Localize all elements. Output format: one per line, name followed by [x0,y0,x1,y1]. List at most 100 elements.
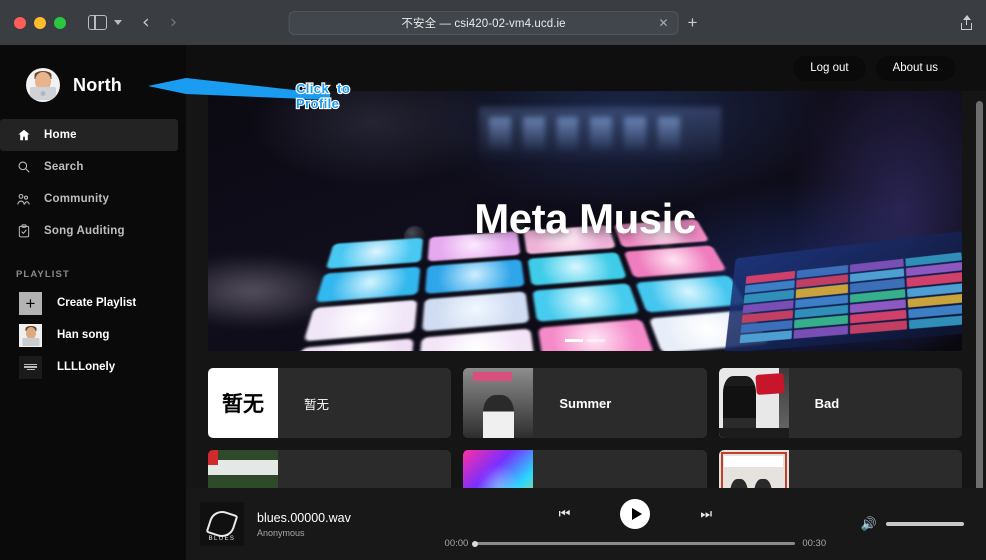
sidebar-item-label: Search [44,161,84,173]
community-icon [16,192,31,207]
playlist-section-header: PLAYLIST [16,269,70,280]
close-tab-button[interactable]: ✕ [658,17,668,29]
clipboard-check-icon [16,224,31,239]
song-title: 暂无 [304,397,330,412]
song-card[interactable]: Summer [463,368,707,438]
sidebar-create-playlist[interactable]: + Create Playlist [0,287,186,319]
page-viewport: North Home Search Community Song Auditin… [0,45,986,560]
llllonely-cover [19,355,42,379]
browser-window: ‹ › 不安全 — csi420-02-vm4.ucd.ie ✕ + North… [0,0,986,560]
cover-strip [718,428,789,438]
browser-titlebar: ‹ › 不安全 — csi420-02-vm4.ucd.ie ✕ + [0,0,986,45]
search-icon [16,160,31,175]
volume-slider[interactable] [886,522,964,526]
cover-text: 暂无 [222,393,264,416]
play-icon [631,508,642,520]
previous-track-button[interactable]: ⏮ [559,508,571,521]
next-track-button[interactable]: ⏭ [700,508,712,521]
cover-laptop [22,337,39,346]
forward-button[interactable]: › [170,13,178,32]
about-us-button[interactable]: About us [875,55,955,81]
content-scroll-area[interactable]: Meta Music 暂无 暂无 Summer Bad [186,91,986,488]
profile-link[interactable]: North [0,59,186,111]
cover-line [24,366,37,368]
minimize-window-button[interactable] [34,16,46,29]
app-sidebar: North Home Search Community Song Auditin… [0,45,186,560]
play-button[interactable] [620,499,651,529]
back-button[interactable]: ‹ [142,13,150,32]
carousel-dot[interactable] [587,339,605,342]
sidebar-item-search[interactable]: Search [0,151,186,183]
now-playing: BLUES blues.00000.wav Anonymous [186,502,438,546]
sidebar-item-community[interactable]: Community [0,183,186,215]
avatar[interactable] [26,68,60,102]
song-card[interactable]: Bad [718,368,962,438]
track-artist: Anonymous [257,527,305,538]
player-bar: BLUES blues.00000.wav Anonymous ⏮ ⏭ 00:0… [186,488,986,560]
total-time: 00:30 [802,538,827,549]
track-title: blues.00000.wav [257,510,351,525]
browser-tab[interactable]: 不安全 — csi420-02-vm4.ucd.ie ✕ [288,10,679,35]
username-label: North [73,74,122,95]
cover-logo [473,372,513,382]
new-tab-button[interactable]: + [688,14,698,31]
one-direction-2-cover [718,450,789,488]
zoom-window-button[interactable] [54,16,66,29]
tab-title: 不安全 — csi420-02-vm4.ucd.ie [401,17,566,30]
summer-cover [463,368,534,438]
bad-cover [718,368,789,438]
album-art-label: BLUES [208,536,236,542]
logout-button[interactable]: Log out [793,55,866,81]
sidebar-icon [88,15,107,30]
cover-figure [482,394,514,438]
one-direction-cover [208,450,278,488]
seek-row: 00:00 00:30 [438,538,832,549]
song-card[interactable]: 暂无 暂无 [208,368,452,438]
seek-handle[interactable] [472,540,479,547]
cover-band [208,459,278,476]
cover-title-bar [724,456,784,468]
han-song-cover [19,323,42,347]
tab-strip: 不安全 — csi420-02-vm4.ucd.ie ✕ + [288,10,698,35]
cover-line [26,368,35,371]
cover-figure [722,376,757,433]
song-title: Bad [814,395,840,411]
sidebar-item-song-auditing[interactable]: Song Auditing [0,215,186,247]
hero-banner[interactable]: Meta Music [208,91,962,351]
share-box-icon [961,23,972,30]
vertical-scrollbar[interactable] [976,101,983,488]
volume-control: 🔊 [832,517,986,532]
song-card[interactable] [463,450,707,488]
avatar-laptop [30,87,56,100]
share-button[interactable] [961,15,972,30]
sidebar-toggle-button[interactable] [88,15,122,30]
plus-icon: + [19,291,42,315]
album-art: BLUES [200,502,244,546]
transport-buttons: ⏮ ⏭ [559,499,712,529]
sidebar-item-label: Song Auditing [44,225,125,237]
carousel-indicators[interactable] [565,339,605,342]
playlist-item-label: Han song [57,329,110,341]
hero-title: Meta Music [474,195,696,242]
song-card[interactable] [718,450,962,488]
blank-cover: 暂无 [208,368,278,438]
sidebar-playlist-llllonely[interactable]: LLLLonely [0,351,186,383]
seek-slider[interactable] [472,540,796,547]
track-info: blues.00000.wav Anonymous [257,511,351,538]
volume-icon[interactable]: 🔊 [861,517,877,532]
sidebar-playlist-han-song[interactable]: Han song [0,319,186,351]
navigation-arrows: ‹ › [142,13,177,32]
song-card[interactable] [208,450,452,488]
app-topbar: Log out About us [186,45,986,91]
sidebar-item-label: Community [44,193,110,205]
carousel-dot[interactable] [565,339,583,342]
hero-screen-grid [739,251,962,344]
main-content: Log out About us Meta Music 暂无 暂无 Summer… [186,45,986,560]
close-window-button[interactable] [14,16,26,29]
player-controls: ⏮ ⏭ 00:00 00:30 [438,499,832,549]
sidebar-item-home[interactable]: Home [0,119,178,151]
chevron-down-icon [114,20,122,25]
cover-logo [755,372,785,395]
song-title: Summer [559,395,612,411]
home-icon [16,128,31,143]
